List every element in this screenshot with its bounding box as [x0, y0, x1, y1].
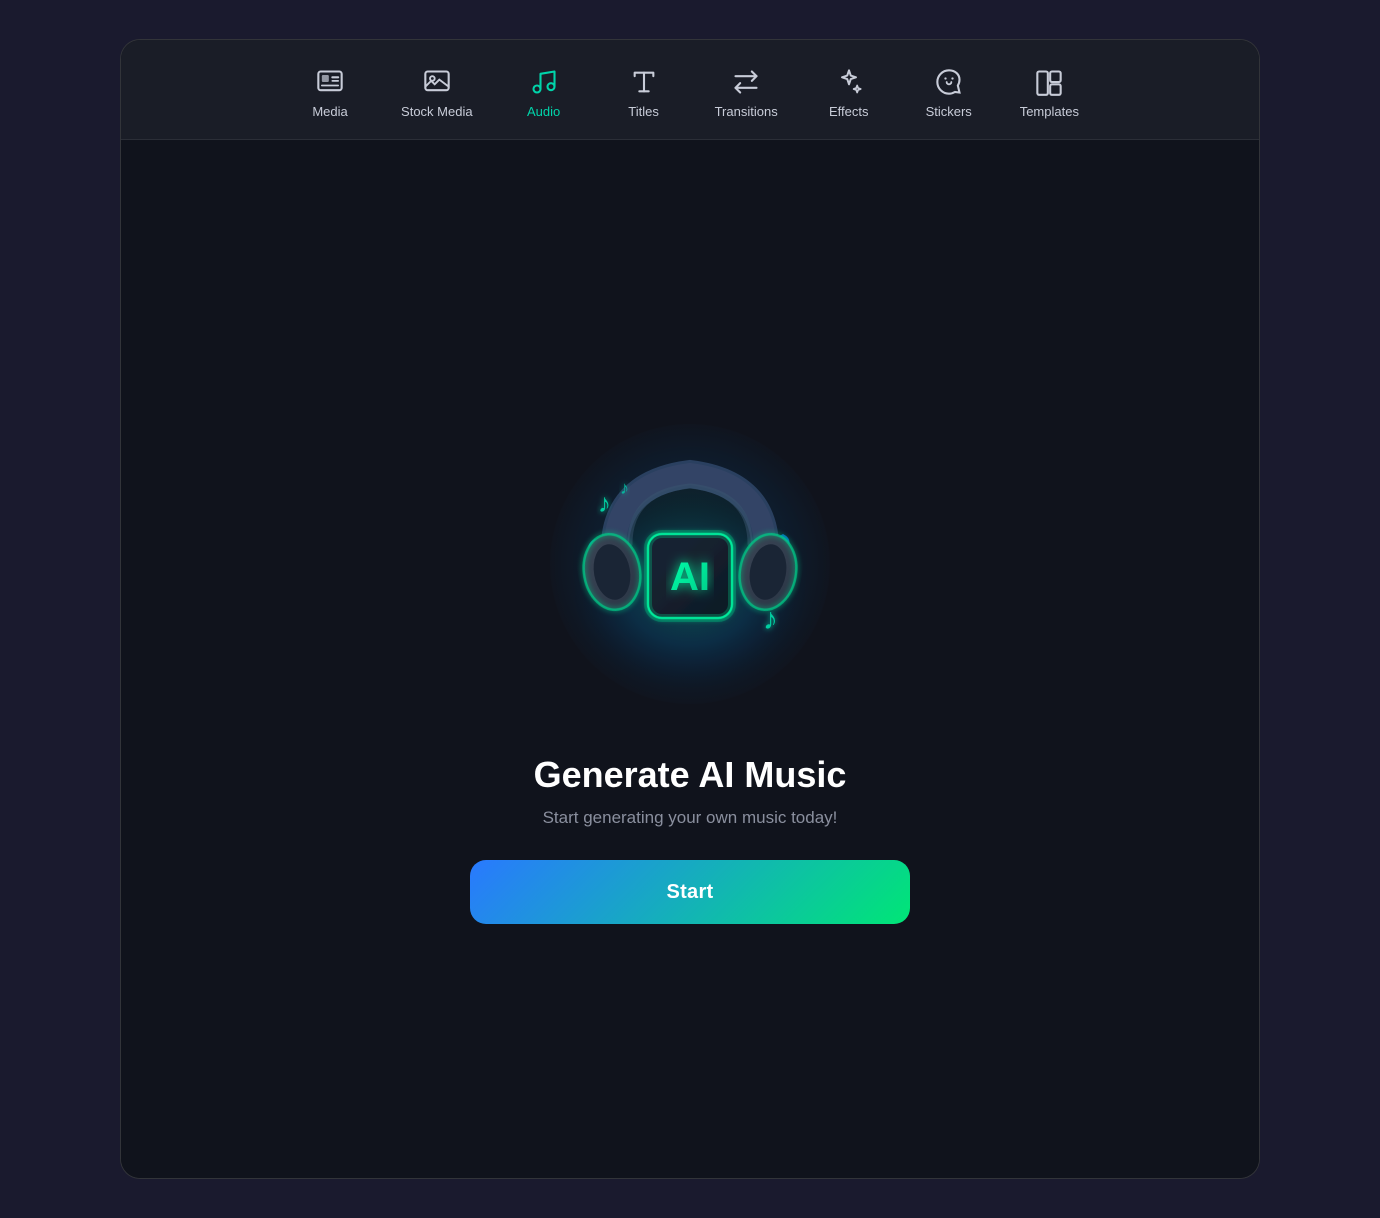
toolbar-label-stock-media: Stock Media — [401, 104, 473, 119]
toolbar-label-titles: Titles — [628, 104, 659, 119]
toolbar-label-templates: Templates — [1020, 104, 1079, 119]
transitions-icon — [730, 66, 762, 98]
toolbar-label-transitions: Transitions — [715, 104, 778, 119]
toolbar-label-effects: Effects — [829, 104, 869, 119]
app-window: Media Stock Media Audio — [120, 39, 1260, 1179]
toolbar-item-titles[interactable]: Titles — [599, 56, 689, 129]
stock-media-icon — [421, 66, 453, 98]
toolbar-item-media[interactable]: Media — [285, 56, 375, 129]
titles-icon — [628, 66, 660, 98]
svg-text:♪: ♪ — [620, 478, 629, 498]
main-title: Generate AI Music — [534, 754, 847, 796]
toolbar-label-media: Media — [312, 104, 347, 119]
toolbar: Media Stock Media Audio — [121, 40, 1259, 140]
toolbar-item-audio[interactable]: Audio — [499, 56, 589, 129]
main-content: AI ♪ ♪ ♪ Generate AI Music Start ge — [121, 140, 1259, 1178]
stickers-icon — [933, 66, 965, 98]
toolbar-label-stickers: Stickers — [926, 104, 972, 119]
toolbar-item-effects[interactable]: Effects — [804, 56, 894, 129]
start-button[interactable]: Start — [470, 860, 910, 924]
templates-icon — [1033, 66, 1065, 98]
audio-icon — [528, 66, 560, 98]
toolbar-item-stickers[interactable]: Stickers — [904, 56, 994, 129]
svg-text:AI: AI — [670, 555, 710, 599]
effects-icon — [833, 66, 865, 98]
toolbar-item-stock-media[interactable]: Stock Media — [385, 56, 489, 129]
toolbar-item-templates[interactable]: Templates — [1004, 56, 1095, 129]
toolbar-item-transitions[interactable]: Transitions — [699, 56, 794, 129]
main-subtitle: Start generating your own music today! — [543, 808, 838, 828]
media-icon — [314, 66, 346, 98]
headphones-svg: AI ♪ ♪ ♪ — [530, 404, 850, 724]
ai-illustration: AI ♪ ♪ ♪ — [520, 394, 860, 734]
svg-text:♪: ♪ — [763, 603, 778, 636]
svg-text:♪: ♪ — [598, 488, 611, 518]
toolbar-label-audio: Audio — [527, 104, 560, 119]
